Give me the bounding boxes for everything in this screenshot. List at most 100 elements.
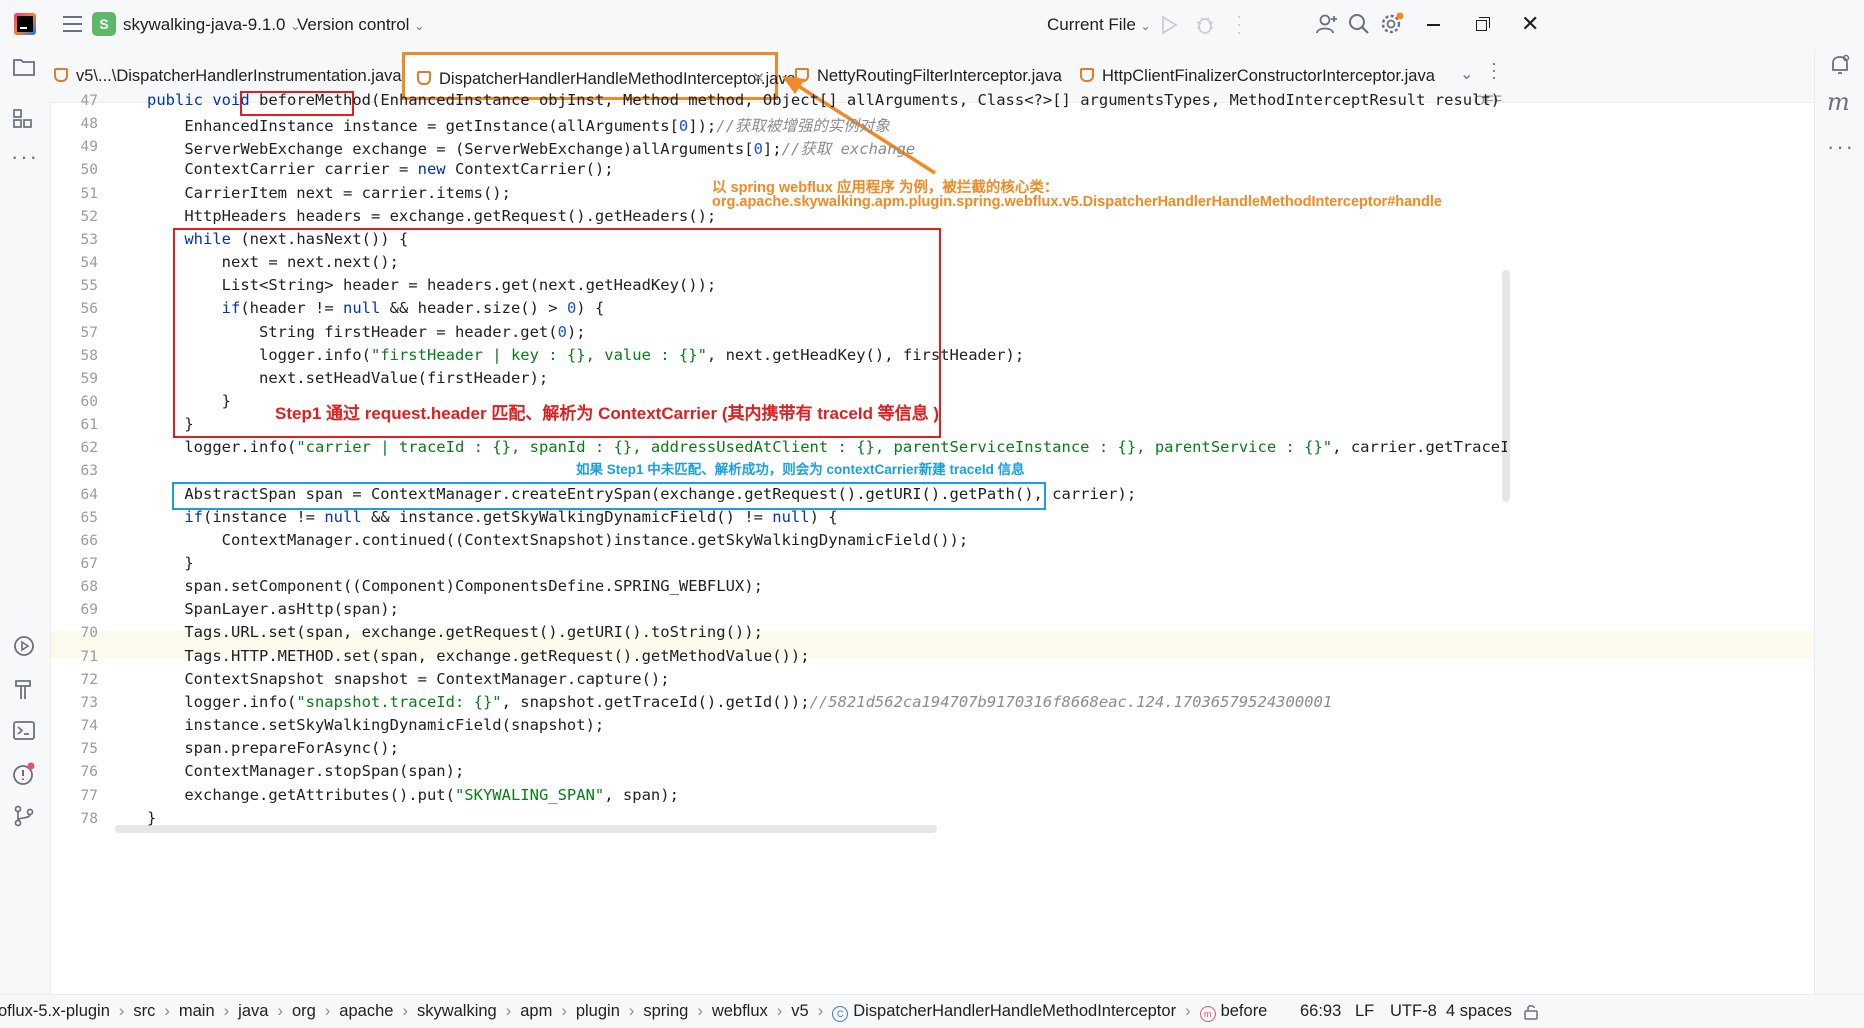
run-config-selector[interactable]: Current File ⌄ xyxy=(1047,0,1151,51)
code-line[interactable]: logger.info("snapshot.traceId: {}", snap… xyxy=(147,693,1332,711)
code-line[interactable]: if(header != null && header.size() > 0) … xyxy=(147,299,605,317)
java-file-icon xyxy=(417,71,431,85)
line-number: 67 xyxy=(80,556,98,572)
read-only-lock-icon[interactable] xyxy=(1522,1003,1540,1021)
chevron-right-icon: › xyxy=(776,1002,783,1020)
code-line[interactable]: public void beforeMethod(EnhancedInstanc… xyxy=(147,91,1507,109)
breadcrumb-item[interactable]: spring xyxy=(643,1002,688,1020)
more-tool-windows-icon[interactable]: ··· xyxy=(1827,134,1855,160)
line-number: 63 xyxy=(80,463,98,480)
right-tool-window-strip: m ··· xyxy=(1814,50,1864,994)
breadcrumb-item[interactable]: apache xyxy=(339,1002,393,1020)
breadcrumb-item[interactable]: plugin xyxy=(576,1002,620,1020)
code-line[interactable]: } xyxy=(147,392,231,410)
code-line[interactable]: next = next.next(); xyxy=(147,253,399,271)
breadcrumb-item[interactable]: beforeMethod xyxy=(1221,1002,1268,1020)
tab-list-chevron-icon[interactable]: ⌄ xyxy=(1460,64,1473,84)
git-branch-icon[interactable] xyxy=(12,804,36,828)
caret-position[interactable]: 66:93 xyxy=(1300,995,1341,1028)
breadcrumb-item[interactable]: v5 xyxy=(791,1002,808,1020)
line-number: 74 xyxy=(80,718,98,735)
maven-icon[interactable]: m xyxy=(1827,88,1850,116)
chevron-right-icon: › xyxy=(324,1002,331,1020)
terminal-icon[interactable] xyxy=(12,720,36,742)
code-line[interactable]: Tags.HTTP.METHOD.set(span, exchange.getR… xyxy=(147,647,809,665)
restore-window-icon[interactable] xyxy=(1476,17,1490,31)
indent-setting[interactable]: 4 spaces xyxy=(1446,995,1512,1028)
code-line[interactable]: instance.setSkyWalkingDynamicField(snaps… xyxy=(147,716,604,734)
code-line[interactable]: Tags.URL.set(span, exchange.getRequest()… xyxy=(147,623,763,641)
breadcrumb-item[interactable]: skywalking xyxy=(417,1002,497,1020)
code-line[interactable]: logger.info("firstHeader | key : {}, val… xyxy=(147,346,1024,364)
method-icon: m xyxy=(1199,1006,1216,1022)
code-line[interactable]: HttpHeaders headers = exchange.getReques… xyxy=(147,207,716,225)
line-number: 69 xyxy=(80,602,98,619)
code-line[interactable]: ContextSnapshot snapshot = ContextManage… xyxy=(147,670,669,688)
breadcrumb-item[interactable]: org xyxy=(292,1002,316,1020)
code-line[interactable]: } xyxy=(147,809,156,827)
chevron-right-icon: › xyxy=(505,1002,512,1020)
code-line[interactable]: span.setComponent((Component)ComponentsD… xyxy=(147,577,763,595)
code-line[interactable]: List<String> header = headers.get(next.g… xyxy=(147,276,717,294)
line-separator[interactable]: LF xyxy=(1355,995,1374,1028)
code-line[interactable]: ContextManager.stopSpan(span); xyxy=(147,762,464,780)
more-actions-icon[interactable]: · · · xyxy=(1236,7,1242,41)
project-folder-icon[interactable] xyxy=(12,56,36,78)
notifications-bell-icon[interactable] xyxy=(1828,53,1852,77)
tab-actions-icon[interactable]: · · · xyxy=(1491,54,1497,86)
app-logo-icon[interactable] xyxy=(14,13,36,35)
chevron-down-icon: ⌄ xyxy=(1140,19,1151,33)
code-line[interactable]: next.setHeadValue(firstHeader); xyxy=(147,369,548,387)
project-selector[interactable]: skywalking-java-9.1.0 ⌄ xyxy=(123,0,300,51)
code-line[interactable]: span.prepareForAsync(); xyxy=(147,739,399,757)
breadcrumb-item[interactable]: java xyxy=(238,1002,268,1020)
file-encoding[interactable]: UTF-8 xyxy=(1390,995,1437,1028)
structure-icon[interactable] xyxy=(12,108,34,130)
code-line[interactable]: CarrierItem next = carrier.items(); xyxy=(147,184,511,202)
build-hammer-icon[interactable] xyxy=(12,677,36,701)
code-line[interactable]: String firstHeader = header.get(0); xyxy=(147,323,586,341)
code-line[interactable]: EnhancedInstance instance = getInstance(… xyxy=(147,114,890,136)
chevron-right-icon: › xyxy=(628,1002,635,1020)
breadcrumb-item[interactable]: oflux-5.x-plugin xyxy=(0,1002,110,1020)
main-menu-icon[interactable] xyxy=(63,16,82,33)
code-line[interactable]: SpanLayer.asHttp(span); xyxy=(147,600,399,618)
line-number: 50 xyxy=(80,162,98,179)
more-tool-windows-icon[interactable]: ··· xyxy=(11,144,39,170)
code-line[interactable]: if(instance != null && instance.getSkyWa… xyxy=(147,508,837,526)
minimize-window-icon[interactable] xyxy=(1427,24,1440,26)
add-user-icon[interactable] xyxy=(1315,12,1339,36)
code-line[interactable]: ServerWebExchange exchange = (ServerWebE… xyxy=(147,137,915,159)
code-line[interactable]: AbstractSpan span = ContextManager.creat… xyxy=(147,485,1136,503)
breadcrumb-item[interactable]: src xyxy=(133,1002,155,1020)
chevron-right-icon: › xyxy=(697,1002,703,1020)
close-window-icon[interactable]: ✕ xyxy=(1521,9,1539,39)
line-number: 68 xyxy=(80,579,98,596)
horizontal-scrollbar[interactable] xyxy=(115,825,937,833)
settings-gear-icon[interactable] xyxy=(1379,11,1405,37)
code-line[interactable]: while (next.hasNext()) { xyxy=(147,230,408,248)
breadcrumb-item[interactable]: webflux xyxy=(712,1002,768,1020)
code-line[interactable]: } xyxy=(147,415,193,433)
chevron-right-icon: › xyxy=(118,1002,125,1020)
breadcrumb-item[interactable]: apm xyxy=(520,1002,552,1020)
class-icon: C xyxy=(832,1006,849,1022)
vertical-scrollbar[interactable] xyxy=(1502,270,1510,502)
code-line[interactable]: logger.info("carrier | traceId : {}, spa… xyxy=(147,438,1507,456)
problems-icon[interactable] xyxy=(11,761,37,787)
breadcrumb-item[interactable]: DispatcherHandlerHandleMethodInterceptor xyxy=(853,1002,1176,1020)
chevron-right-icon: › xyxy=(561,1002,567,1020)
code-line[interactable]: exchange.getAttributes().put("SKYWALING_… xyxy=(147,786,679,804)
breadcrumb-item[interactable]: main xyxy=(179,1002,215,1020)
code-line[interactable]: ContextCarrier carrier = new ContextCarr… xyxy=(147,160,613,178)
code-line[interactable]: } xyxy=(147,554,193,572)
services-icon[interactable] xyxy=(12,634,36,658)
project-name: skywalking-java-9.1.0 xyxy=(123,15,286,34)
run-icon[interactable] xyxy=(1160,15,1178,35)
version-control-menu[interactable]: Version control ⌄ xyxy=(297,0,424,51)
line-number: 53 xyxy=(80,231,98,248)
code-line[interactable]: ContextManager.continued((ContextSnapsho… xyxy=(147,531,969,549)
search-icon[interactable] xyxy=(1347,12,1371,36)
debug-icon[interactable] xyxy=(1194,13,1216,35)
chevron-right-icon: › xyxy=(1185,1002,1191,1020)
